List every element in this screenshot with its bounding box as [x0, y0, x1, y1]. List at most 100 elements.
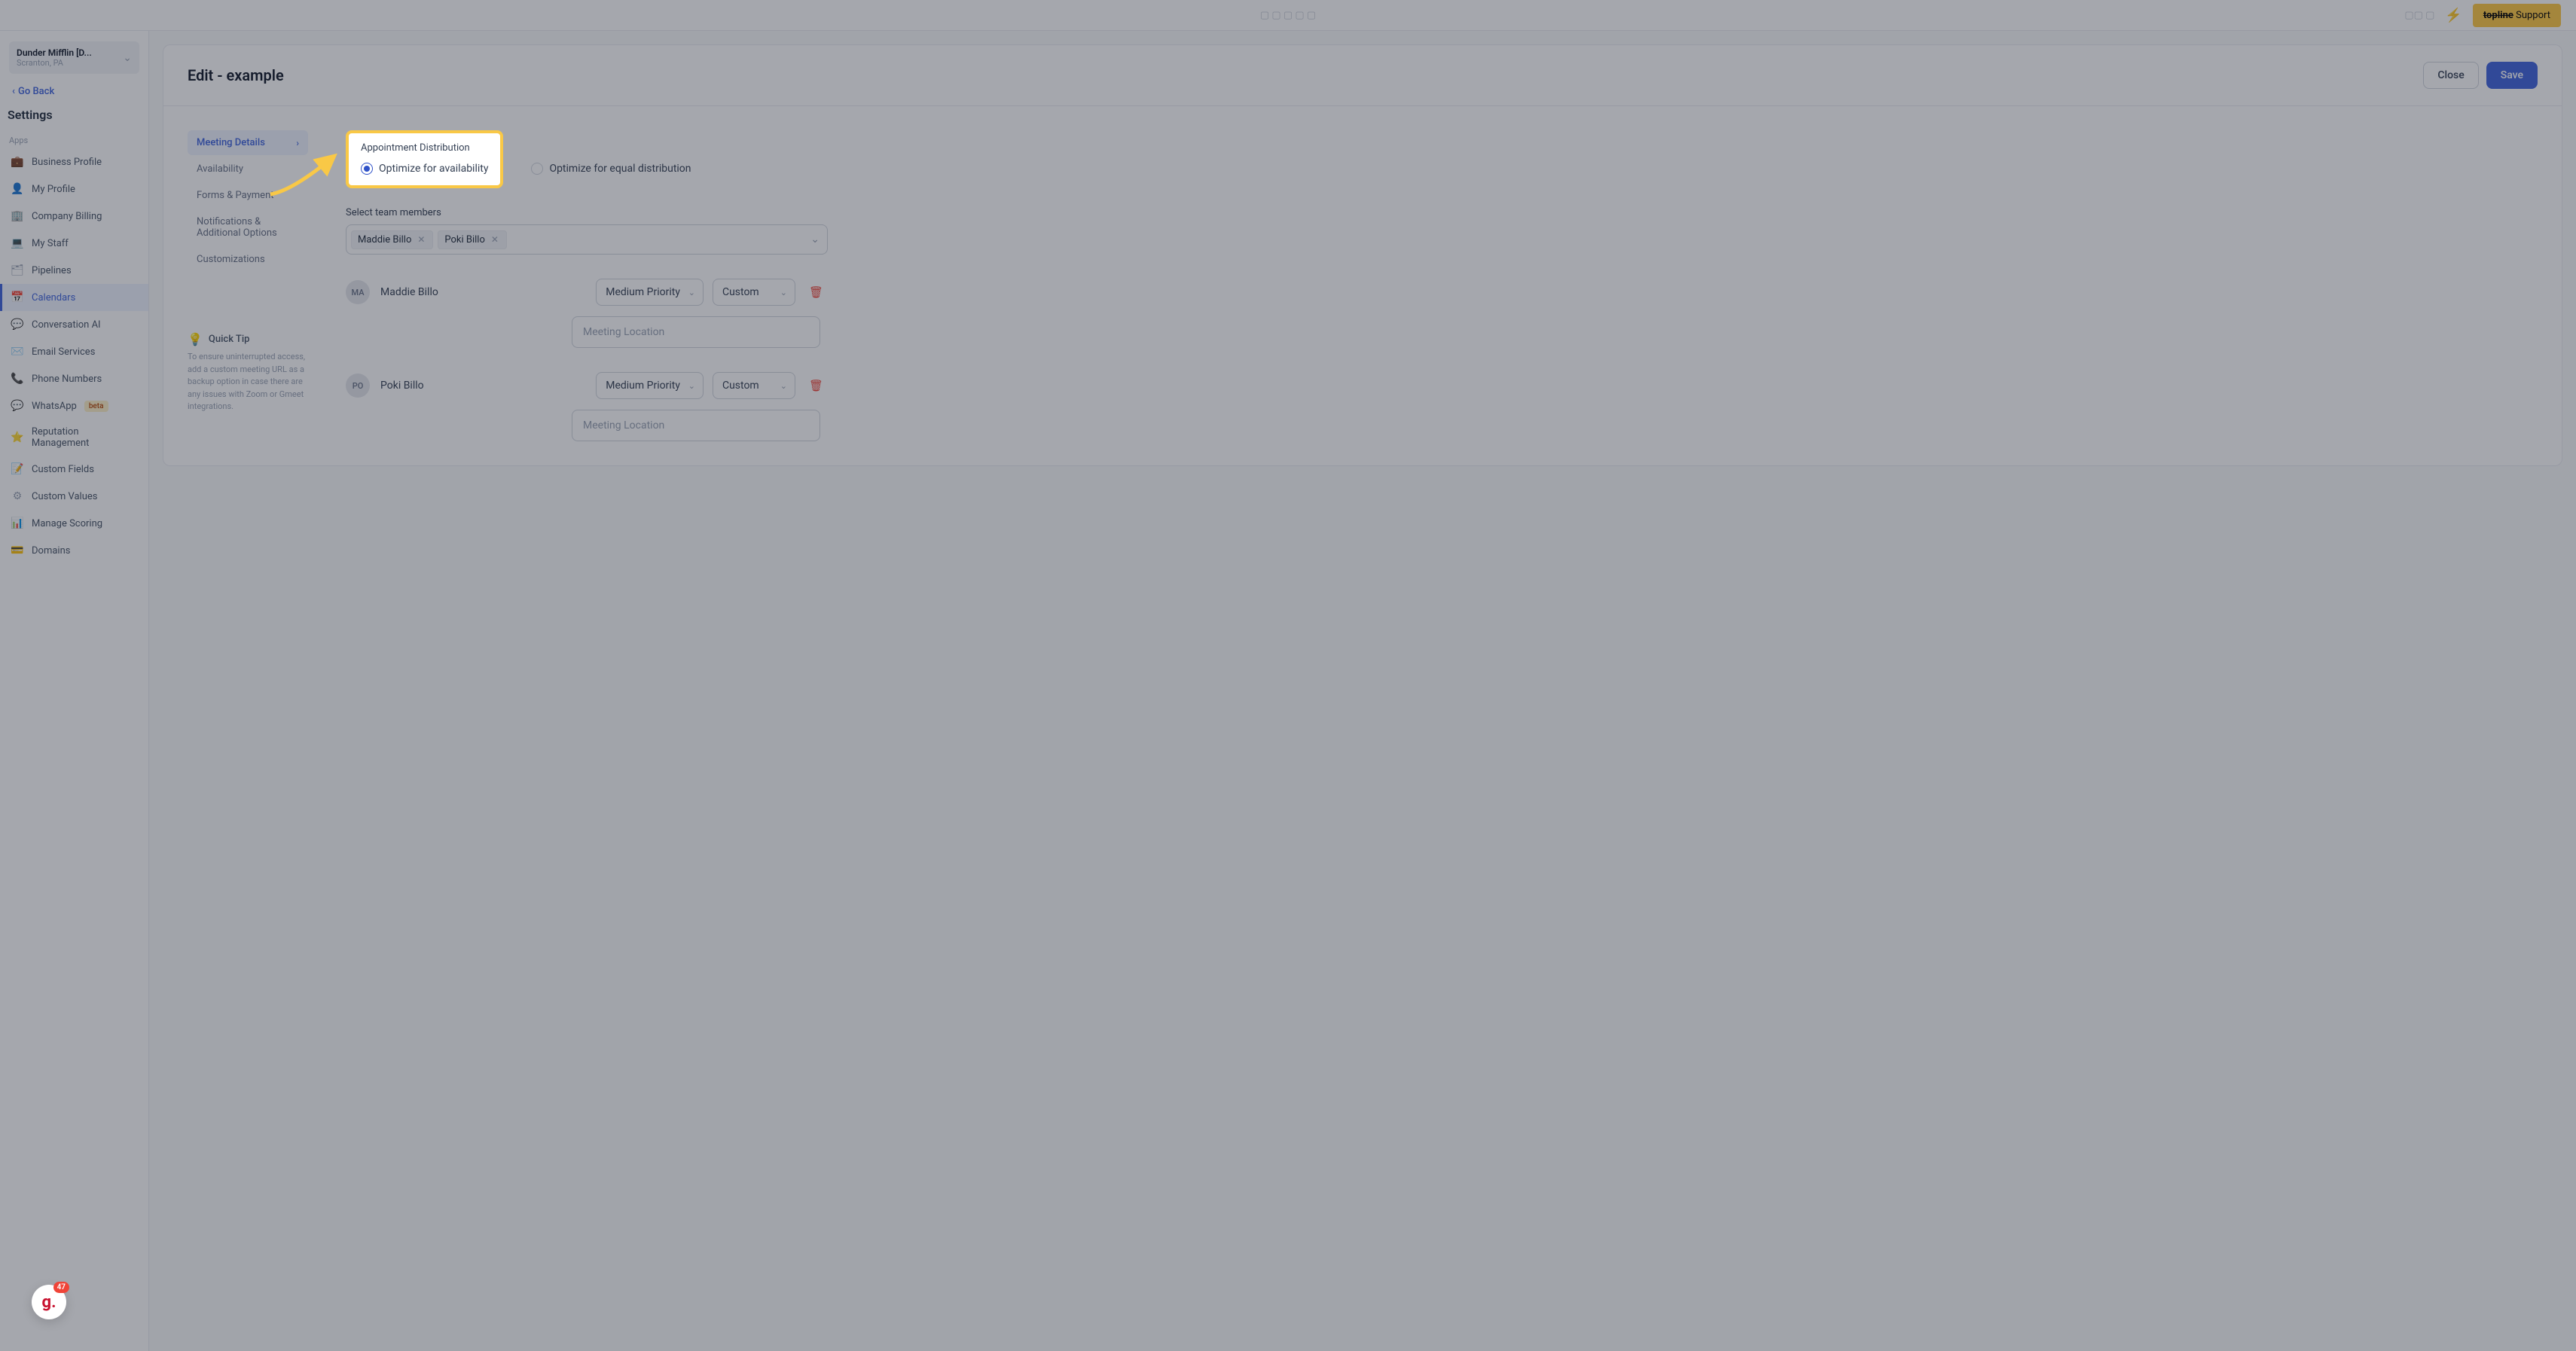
top-bar-nums: ▢▢ ▢ [2404, 10, 2434, 21]
chevron-down-icon: ⌄ [123, 52, 132, 64]
sidebar-item-reputation-management[interactable]: ⭐Reputation Management [0, 419, 148, 456]
sidebar-icon: ⚙ [11, 489, 24, 503]
sidebar-item-my-profile[interactable]: 👤 My Profile [0, 175, 148, 203]
section-label-apps: Apps [0, 130, 148, 148]
page-title: Edit - example [188, 66, 284, 84]
badge-beta: beta [84, 401, 108, 412]
quick-tip-title: Quick Tip [209, 334, 250, 345]
workspace-select[interactable]: Dunder Mifflin [D... Scranton, PA ⌄ [9, 41, 139, 74]
panel-nav-notifications-additional-options[interactable]: Notifications & Additional Options [188, 209, 308, 245]
sidebar-item-label: Business Profile [32, 157, 102, 168]
member-row: MA Maddie Billo Medium Priority⌄ Custom⌄ 🗑 [346, 279, 828, 306]
sidebar-item-label: Domains [32, 545, 70, 557]
sidebar-item-label: My Profile [32, 184, 75, 195]
sidebar-item-label: Phone Numbers [32, 374, 102, 385]
save-button[interactable]: Save [2486, 62, 2538, 89]
avatar: PO [346, 374, 370, 398]
sidebar-item-pipelines[interactable]: 🗂 Pipelines [0, 257, 148, 284]
sidebar-icon: 🗂 [11, 264, 24, 277]
sidebar-item-label: Company Billing [32, 211, 102, 222]
radio-unchecked-icon [531, 163, 543, 175]
sidebar-item-label: Pipelines [32, 265, 72, 276]
sidebar-item-calendars[interactable]: 📅 Calendars [0, 284, 148, 311]
go-back-link[interactable]: ‹ Go Back [0, 83, 148, 108]
settings-heading: Settings [0, 108, 148, 130]
chevron-down-icon: ⌄ [688, 288, 695, 297]
sidebar-item-whatsapp[interactable]: 💬 WhatsApp beta [0, 392, 148, 419]
sidebar-icon: 💳 [11, 544, 24, 557]
close-icon[interactable]: ✕ [490, 234, 500, 245]
sidebar-item-email-services[interactable]: ✉️Email Services [0, 338, 148, 365]
sidebar-item-domains[interactable]: 💳 Domains [0, 537, 148, 564]
team-members-input[interactable]: Maddie Billo✕ Poki Billo✕ ⌄ [346, 224, 828, 255]
avatar: MA [346, 280, 370, 304]
distribution-label: Appointment Distribution [361, 142, 488, 154]
config-select[interactable]: Custom⌄ [713, 279, 795, 306]
sidebar-item-label: Custom Fields [32, 464, 94, 475]
bolt-icon[interactable]: ⚡ [2445, 8, 2462, 23]
sidebar-item-phone-numbers[interactable]: 📞 Phone Numbers [0, 365, 148, 392]
chevron-down-icon: ⌄ [780, 381, 787, 391]
sidebar-item-manage-scoring[interactable]: 📊 Manage Scoring [0, 510, 148, 537]
priority-select[interactable]: Medium Priority⌄ [596, 372, 704, 399]
quick-tip-body: To ensure uninterrupted access, add a cu… [188, 351, 308, 413]
top-bar-center-text: ▢ ▢ ▢ ▢ ▢ [1260, 10, 1316, 21]
panel-nav-customizations[interactable]: Customizations [188, 247, 308, 272]
sidebar-icon: 💼 [11, 155, 24, 169]
support-button[interactable]: topline Support [2473, 4, 2561, 27]
sidebar-icon: 📝 [11, 462, 24, 476]
member-name: Maddie Billo [380, 286, 585, 298]
chevron-down-icon[interactable]: ⌄ [810, 233, 819, 245]
sidebar-icon: 📞 [11, 372, 24, 386]
chip-maddie-billo: Maddie Billo✕ [351, 230, 433, 249]
sidebar-icon: 📅 [11, 291, 24, 304]
radio-optimize-equal[interactable]: Optimize for equal distribution [531, 163, 691, 188]
sidebar-icon: 💬 [11, 399, 24, 413]
bulb-icon: 💡 [188, 332, 203, 346]
trash-icon[interactable]: 🗑 [804, 374, 828, 397]
radio-optimize-availability[interactable]: Optimize for availability [361, 163, 488, 175]
chevron-left-icon: ‹ [12, 86, 15, 97]
close-button[interactable]: Close [2423, 62, 2478, 89]
meeting-location-input[interactable]: Meeting Location [572, 316, 820, 348]
sidebar-item-conversation-ai[interactable]: 💬Conversation AI [0, 311, 148, 338]
config-select[interactable]: Custom⌄ [713, 372, 795, 399]
priority-select[interactable]: Medium Priority⌄ [596, 279, 704, 306]
workspace-location: Scranton, PA [17, 58, 92, 68]
sidebar-item-label: Email Services [32, 346, 95, 358]
radio-checked-icon [361, 163, 373, 175]
sidebar-item-label: My Staff [32, 238, 69, 249]
sidebar-item-business-profile[interactable]: 💼 Business Profile [0, 148, 148, 175]
sidebar-item-company-billing[interactable]: 🏢 Company Billing [0, 203, 148, 230]
sidebar-item-label: Manage Scoring [32, 518, 102, 529]
sidebar-item-label: WhatsApp [32, 401, 77, 412]
select-team-label: Select team members [346, 207, 828, 218]
sidebar-item-custom-values[interactable]: ⚙ Custom Values [0, 483, 148, 510]
sidebar-icon: 🏢 [11, 209, 24, 223]
workspace-name: Dunder Mifflin [D... [17, 47, 92, 58]
page-header: Edit - example Close Save [163, 44, 2562, 106]
sidebar-item-label: Calendars [32, 292, 75, 303]
close-icon[interactable]: ✕ [416, 234, 426, 245]
chevron-down-icon: ⌄ [780, 288, 787, 297]
quick-tip: 💡 Quick Tip To ensure uninterrupted acce… [188, 332, 308, 413]
top-bar: ▢ ▢ ▢ ▢ ▢ ▢▢ ▢ ⚡ topline Support [0, 0, 2576, 31]
member-name: Poki Billo [380, 380, 585, 392]
sidebar-item-custom-fields[interactable]: 📝 Custom Fields [0, 456, 148, 483]
fab-badge: 47 [53, 1282, 69, 1293]
fab-button[interactable]: g. 47 [32, 1285, 66, 1319]
sidebar-icon: ⭐ [11, 431, 24, 444]
content-area: Edit - example Close Save Meeting Detail… [149, 31, 2576, 1351]
sidebar-icon: 📊 [11, 517, 24, 530]
sidebar-item-my-staff[interactable]: 💻My Staff [0, 230, 148, 257]
panel-main: Appointment Distribution Optimize for av… [346, 130, 828, 441]
highlighted-section: Appointment Distribution Optimize for av… [346, 130, 503, 188]
sidebar-item-label: Custom Values [32, 491, 98, 502]
member-row: PO Poki Billo Medium Priority⌄ Custom⌄ 🗑 [346, 372, 828, 399]
chip-poki-billo: Poki Billo✕ [438, 230, 507, 249]
annotation-arrow [263, 138, 346, 198]
trash-icon[interactable]: 🗑 [804, 281, 828, 303]
sidebar-icon: 👤 [11, 182, 24, 196]
chevron-down-icon: ⌄ [688, 381, 695, 391]
meeting-location-input[interactable]: Meeting Location [572, 410, 820, 441]
